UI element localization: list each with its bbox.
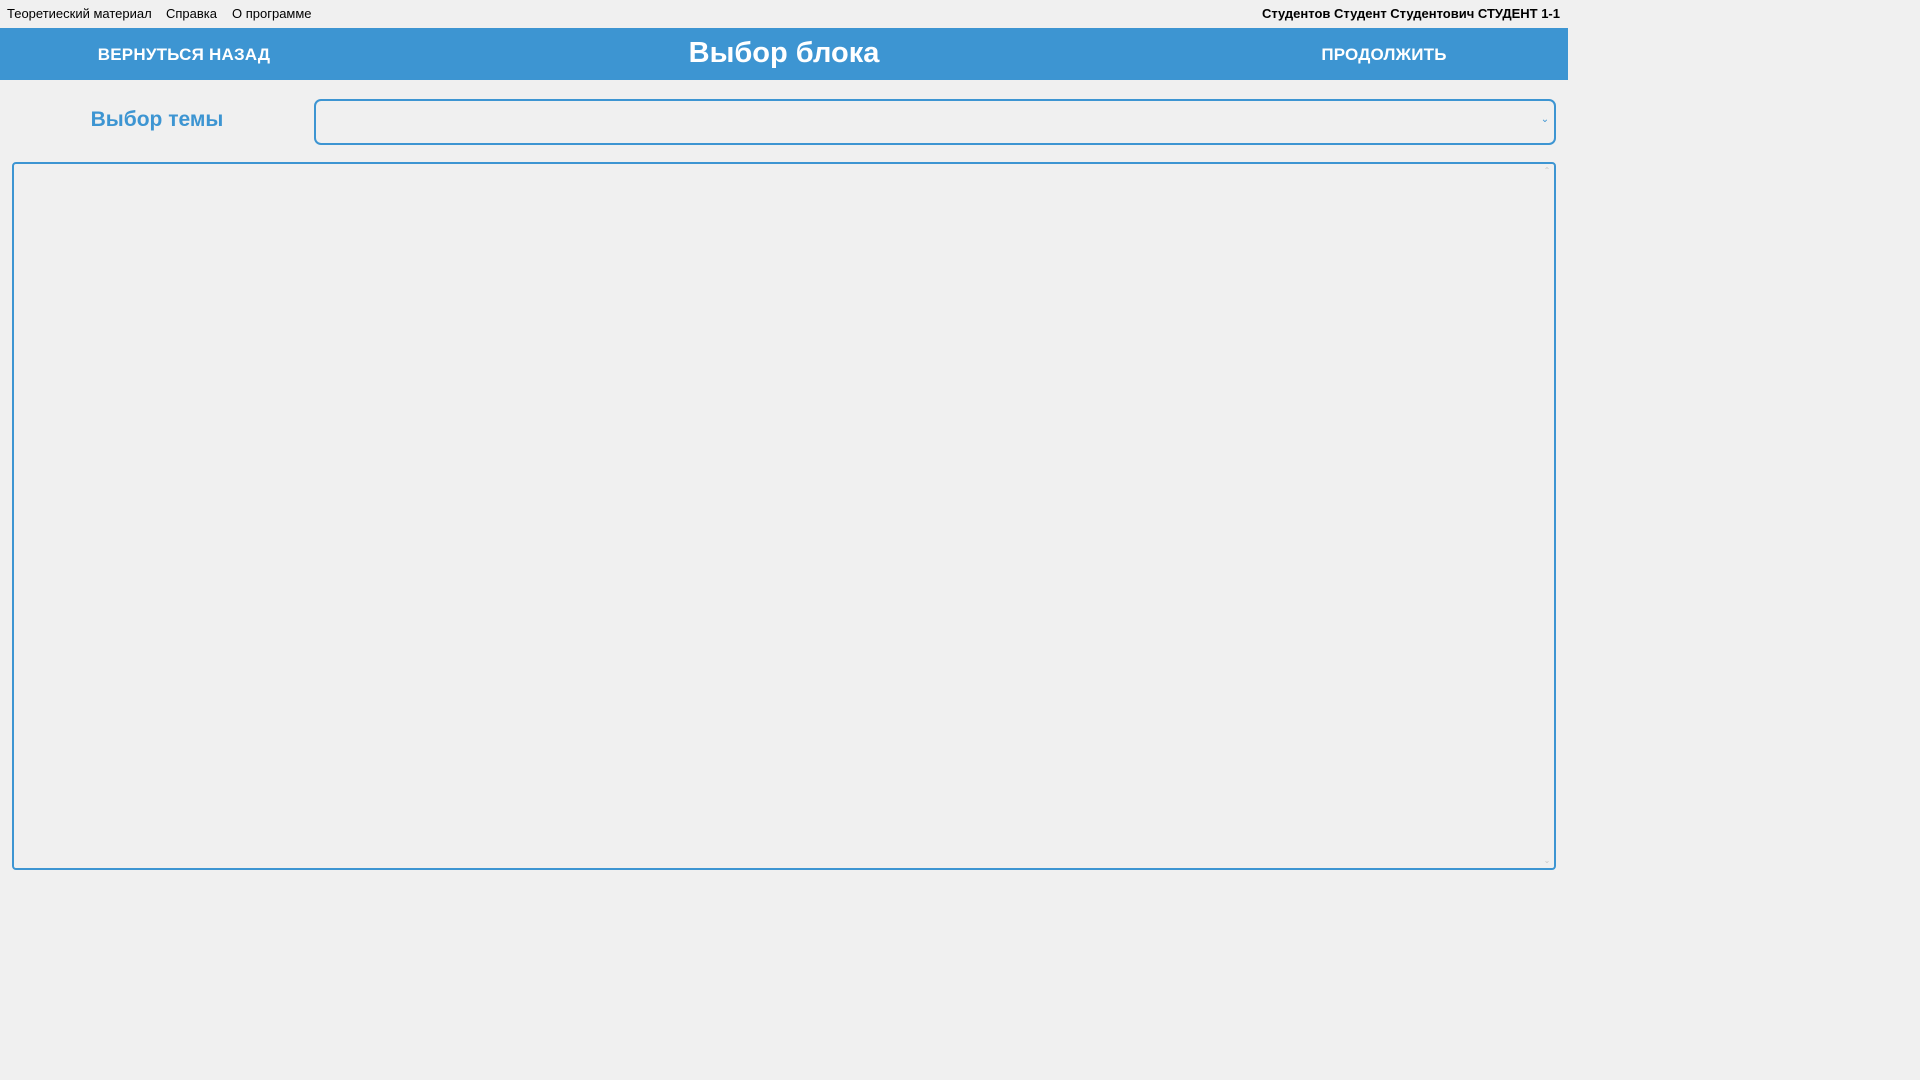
chevron-down-icon[interactable]: ⌄	[1540, 113, 1550, 127]
menu-bar: Теоретиеский материал Справка О программ…	[0, 0, 1568, 28]
header-bar: ВЕРНУТЬСЯ НАЗАД Выбор блока ПРОДОЛЖИТЬ	[0, 28, 1568, 80]
scroll-down-icon[interactable]: ⌄	[1542, 856, 1552, 866]
menu-item-about[interactable]: О программе	[232, 6, 312, 21]
topic-label: Выбор темы	[90, 108, 224, 131]
topic-select[interactable]: ⌄	[314, 99, 1556, 145]
back-button[interactable]: ВЕРНУТЬСЯ НАЗАД	[84, 28, 284, 80]
menu-item-theory[interactable]: Теоретиеский материал	[7, 6, 152, 21]
current-user-label: Студентов Студент Студентович СТУДЕНТ 1-…	[1261, 6, 1560, 21]
menu-item-help[interactable]: Справка	[166, 6, 217, 21]
continue-button[interactable]: ПРОДОЛЖИТЬ	[1284, 28, 1484, 80]
page-title: Выбор блока	[688, 37, 880, 69]
block-list-area[interactable]: ⌃ ⌄	[12, 162, 1556, 870]
scroll-up-icon[interactable]: ⌃	[1542, 166, 1552, 176]
